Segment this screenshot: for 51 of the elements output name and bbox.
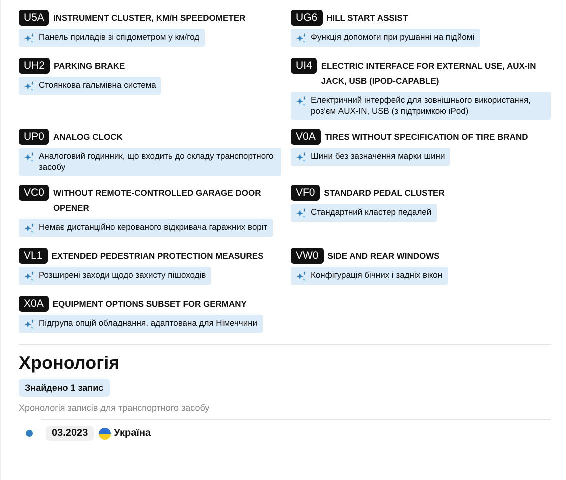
- sparkle-icon: [296, 33, 307, 44]
- count-badge: Знайдено 1 запис: [19, 379, 110, 397]
- option-description: Стандартний кластер педалей: [291, 204, 437, 222]
- sparkle-icon: [296, 208, 307, 219]
- option-description: Шини без зазначення марки шини: [291, 148, 450, 166]
- option-code: UI4: [291, 58, 318, 74]
- option-title: SIDE AND REAR WINDOWS: [328, 250, 440, 263]
- sparkle-icon: [24, 319, 35, 330]
- sparkle-icon: [24, 223, 35, 234]
- option-code: VL1: [19, 248, 48, 264]
- option-title: INSTRUMENT CLUSTER, KM/H SPEEDOMETER: [53, 12, 246, 25]
- option-code: U5A: [19, 10, 50, 26]
- option-title: PARKING BRAKE: [54, 60, 126, 73]
- option-code: UH2: [19, 58, 50, 74]
- option-title: TIRES WITHOUT SPECIFICATION OF TIRE BRAND: [324, 131, 528, 144]
- sparkle-icon: [296, 96, 307, 107]
- option-title: WITHOUT REMOTE-CONTROLLED GARAGE DOOR OPENER: [53, 187, 262, 215]
- sparkle-icon: [24, 33, 35, 44]
- sparkle-icon: [24, 271, 35, 282]
- option-title: EQUIPMENT OPTIONS SUBSET FOR GERMANY: [52, 298, 247, 311]
- option-title: ANALOG CLOCK: [53, 131, 123, 144]
- option-title: HILL START ASSIST: [326, 12, 408, 25]
- option-code: X0A: [19, 296, 49, 312]
- option-description: Аналоговий годинник, що входить до складу транспортного засобу: [19, 148, 281, 176]
- sparkle-icon: [296, 152, 307, 163]
- option-description: Немає дистанційно керованого відкривача гаражних воріт: [19, 219, 273, 237]
- flag-icon: [99, 428, 112, 440]
- section-heading: Хронологія: [19, 353, 121, 374]
- option-code: VF0: [291, 185, 320, 201]
- option-code: VW0: [291, 248, 324, 264]
- section-subtitle: Хронологія записів для транспортного засобу: [19, 403, 211, 413]
- date-chip: 03.2023: [46, 426, 94, 441]
- option-description: Електричний інтерфейс для зовнішнього використання, роз'єм AUX-IN, USB (з підтримкою iPod): [291, 92, 551, 120]
- country-label: Україна: [114, 428, 152, 439]
- sparkle-icon: [24, 81, 35, 92]
- option-description: Конфігурація бічних і задніх вікон: [291, 267, 448, 285]
- sparkle-icon: [296, 271, 307, 282]
- option-title: STANDARD PEDAL CLUSTER: [324, 187, 445, 200]
- option-description: Панель приладів зі спідометром у км/год: [19, 29, 205, 47]
- option-code: VC0: [19, 185, 50, 201]
- option-description: Стоянкова гальмівна система: [19, 77, 162, 95]
- option-description: Розширені заходи щодо захисту пішоходів: [19, 267, 212, 285]
- option-code: V0A: [291, 129, 321, 145]
- option-title: EXTENDED PEDESTRIAN PROTECTION MEASURES: [52, 250, 264, 263]
- timeline-dot-icon: [26, 430, 33, 437]
- sparkle-icon: [24, 152, 35, 163]
- option-code: UP0: [19, 129, 50, 145]
- option-title: ELECTRIC INTERFACE FOR EXTERNAL USE, AUX-IN JACK, USB (IPOD-CAPABLE): [321, 60, 538, 88]
- option-description: Підгрупа опцій обладнання, адаптована для Німеччини: [19, 315, 263, 333]
- option-code: UG6: [291, 10, 323, 26]
- option-description: Функція допомоги при рушанні на підйомі: [291, 29, 480, 47]
